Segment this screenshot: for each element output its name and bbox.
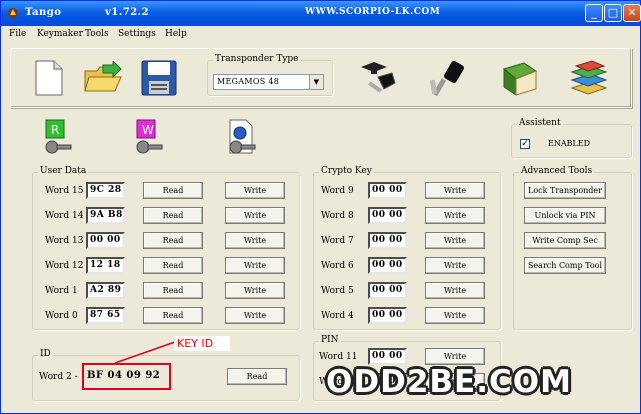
book-icon[interactable] [500,59,540,97]
user-data-read-button[interactable]: Read [143,257,203,274]
menu-settings[interactable]: Settings [118,29,156,39]
annotation-arrow-icon [114,341,176,364]
user-data-read-button[interactable]: Read [143,282,203,299]
user-data-word-label: Word 0 [45,311,78,321]
crypto-key-word-input[interactable]: 00 00 [368,282,407,299]
read-key-icon[interactable]: R [44,119,72,159]
pin-write-button[interactable]: Write [425,348,485,365]
key-id-annotation: KEY ID [174,336,230,351]
pin-label: PIN [319,335,341,345]
user-data-label: User Data [38,166,89,176]
main-window: Tango v1.72.2 WWW.SCORPIO-LK.COM _ □ ✕ F… [0,0,641,414]
user-data-word-input[interactable]: A2 89 [86,282,125,299]
crypto-key-write-button[interactable]: Write [425,307,485,324]
user-data-word-input[interactable]: 00 00 [86,232,125,249]
id-word-label: Word 2 - [39,372,78,382]
minimize-button[interactable]: _ [585,4,603,22]
svg-text:R: R [51,123,59,137]
keys-icon[interactable] [427,58,469,100]
transponder-type-label: Transponder Type [213,54,301,64]
crypto-key-word-input[interactable]: 00 00 [368,207,407,224]
transponder-type-select[interactable]: MEGAMOS 48 ▼ [213,74,324,90]
advanced-tools-label: Advanced Tools [519,166,595,176]
save-disk-icon[interactable] [141,60,177,96]
settings-key-icon[interactable] [228,119,256,159]
crypto-key-write-button[interactable]: Write [425,232,485,249]
transponder-type-value: MEGAMOS 48 [217,77,280,86]
user-data-write-button[interactable]: Write [225,207,285,224]
transponder-type-group: Transponder Type MEGAMOS 48 ▼ [207,54,333,96]
new-file-icon[interactable] [34,59,64,97]
crypto-key-word-label: Word 5 [321,286,354,296]
books-stack-icon[interactable] [568,58,610,98]
maximize-button[interactable]: □ [604,4,622,22]
crypto-key-word-label: Word 8 [321,211,354,221]
menu-keymaker[interactable]: Keymaker [37,29,83,39]
user-data-write-button[interactable]: Write [225,182,285,199]
user-data-write-button[interactable]: Write [225,232,285,249]
search-comp-tool-button[interactable]: Search Comp Tool [524,257,606,274]
crypto-key-word-input[interactable]: 00 00 [368,232,407,249]
user-data-word-input[interactable]: 12 18 [86,257,125,274]
pin-word-input[interactable]: 00 00 [368,348,407,365]
user-data-read-button[interactable]: Read [143,207,203,224]
toolbar: Transponder Type MEGAMOS 48 ▼ [10,48,632,108]
crypto-key-write-button[interactable]: Write [425,182,485,199]
app-icon [8,8,18,18]
window-title: Tango [25,7,62,18]
pin-word-label: Word 11 [319,352,358,362]
svg-text:W: W [142,123,154,137]
key-education-icon[interactable] [358,59,398,99]
assistant-label: Assistent [517,118,563,128]
user-data-write-button[interactable]: Write [225,282,285,299]
crypto-key-word-label: Word 4 [321,311,354,321]
assistant-group: Assistent ✓ ENABLED [511,118,632,158]
menu-tools[interactable]: Tools [85,29,109,39]
user-data-word-label: Word 1 [45,286,78,296]
menu-help[interactable]: Help [165,29,187,39]
lock-transponder-button[interactable]: Lock Transponder [524,182,606,199]
crypto-key-word-input[interactable]: 00 00 [368,307,407,324]
window-site-url: WWW.SCORPIO-LK.COM [305,7,441,17]
user-data-read-button[interactable]: Read [143,232,203,249]
crypto-key-write-button[interactable]: Write [425,257,485,274]
menu-file[interactable]: File [9,29,26,39]
unlock-via-pin-button[interactable]: Unlock via PIN [524,207,606,224]
user-data-read-button[interactable]: Read [143,307,203,324]
window-version: v1.72.2 [105,7,150,18]
crypto-key-word-label: Word 9 [321,186,354,196]
title-bar[interactable]: Tango v1.72.2 WWW.SCORPIO-LK.COM _ □ ✕ [1,1,641,26]
user-data-word-input[interactable]: 9C 28 [86,182,125,199]
crypto-key-label: Crypto Key [319,166,374,176]
assistant-enabled-label: ENABLED [548,139,591,148]
id-read-button[interactable]: Read [227,368,287,385]
write-key-icon[interactable]: W [135,119,163,159]
assistant-enabled-checkbox[interactable]: ✓ [520,139,530,149]
user-data-word-label: Word 12 [45,261,84,271]
crypto-key-write-button[interactable]: Write [425,207,485,224]
user-data-write-button[interactable]: Write [225,257,285,274]
chevron-down-icon[interactable]: ▼ [309,75,323,89]
close-button[interactable]: ✕ [623,4,641,22]
watermark-text: ODD2BE.COM [326,364,572,400]
crypto-key-word-input[interactable]: 00 00 [368,257,407,274]
user-data-word-input[interactable]: 9A B8 [86,207,125,224]
open-folder-icon[interactable] [83,61,123,95]
user-data-read-button[interactable]: Read [143,182,203,199]
crypto-key-write-button[interactable]: Write [425,282,485,299]
id-value-field[interactable]: BF 04 09 92 [87,370,160,381]
crypto-key-word-input[interactable]: 00 00 [368,182,407,199]
user-data-write-button[interactable]: Write [225,307,285,324]
id-label: ID [38,349,53,359]
write-comp-sec-button[interactable]: Write Comp Sec [524,232,606,249]
user-data-word-label: Word 15 [45,186,84,196]
user-data-word-label: Word 13 [45,236,84,246]
crypto-key-word-label: Word 6 [321,261,354,271]
user-data-word-label: Word 14 [45,211,84,221]
user-data-word-input[interactable]: 87 65 [86,307,125,324]
crypto-key-word-label: Word 7 [321,236,354,246]
menu-bar: File Keymaker Tools Settings Help [1,27,640,43]
